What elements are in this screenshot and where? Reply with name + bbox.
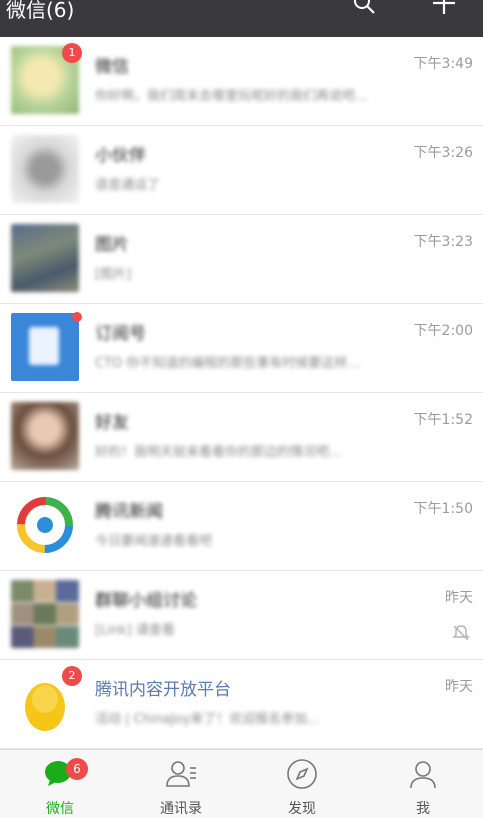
chat-name: 图片 bbox=[95, 235, 129, 255]
chat-time: 昨天 bbox=[445, 679, 473, 695]
chat-preview: 好的！我明天就来看看你的那边的情况吧... bbox=[95, 445, 342, 460]
chat-preview: 你好啊，我们周末去哪里玩呢好的我们再说吧... bbox=[95, 89, 368, 104]
chat-preview: [图片] bbox=[95, 267, 132, 282]
tab-label: 发现 bbox=[288, 801, 316, 817]
compass-icon bbox=[287, 759, 317, 789]
add-icon[interactable] bbox=[431, 0, 457, 16]
chat-name: 小伙伴 bbox=[95, 146, 146, 166]
tab-label: 微信 bbox=[46, 801, 74, 817]
tab-label: 我 bbox=[416, 801, 430, 817]
group-avatar bbox=[11, 580, 79, 648]
chat-row[interactable]: 图片 [图片] 下午3:23 bbox=[0, 215, 483, 304]
chat-preview: CTO 你不知道的编程的那些事有时候要这样... bbox=[95, 356, 360, 371]
chat-name: 订阅号 bbox=[95, 324, 146, 344]
chat-row[interactable]: 2 腾讯内容开放平台 活动 | ChinaJoy来了！欢迎报名参加... 昨天 bbox=[0, 660, 483, 749]
chat-list: 1 微信 你好啊，我们周末去哪里玩呢好的我们再说吧... 下午3:49 小伙伴 … bbox=[0, 37, 483, 749]
unread-dot bbox=[72, 312, 82, 322]
chat-time: 下午1:50 bbox=[413, 501, 473, 517]
avatar bbox=[11, 135, 79, 203]
tab-badge: 6 bbox=[66, 758, 88, 780]
chat-time: 下午1:52 bbox=[413, 412, 473, 428]
tab-contacts[interactable]: 通讯录 bbox=[121, 750, 241, 818]
app-header: 微信(6) bbox=[0, 0, 483, 37]
news-logo-icon bbox=[17, 497, 73, 553]
chat-name: 腾讯内容开放平台 bbox=[95, 680, 231, 700]
tab-label: 通讯录 bbox=[160, 801, 202, 817]
chat-preview: 语音通话了 bbox=[95, 178, 161, 193]
chat-preview: 活动 | ChinaJoy来了！欢迎报名参加... bbox=[95, 712, 320, 727]
chat-name: 群聊小组讨论 bbox=[95, 591, 197, 611]
avatar bbox=[11, 402, 79, 470]
chat-preview: 今日要闻速递看看吧 bbox=[95, 534, 213, 549]
tab-chats[interactable]: 6 微信 bbox=[0, 750, 120, 818]
chat-time: 下午3:23 bbox=[413, 234, 473, 250]
chat-row[interactable]: 小伙伴 语音通话了 下午3:26 bbox=[0, 126, 483, 215]
chat-row[interactable]: 1 微信 你好啊，我们周末去哪里玩呢好的我们再说吧... 下午3:49 bbox=[0, 37, 483, 126]
profile-icon bbox=[410, 761, 436, 789]
avatar bbox=[11, 491, 79, 559]
chat-row[interactable]: 订阅号 CTO 你不知道的编程的那些事有时候要这样... 下午2:00 bbox=[0, 304, 483, 393]
tab-me[interactable]: 我 bbox=[363, 750, 483, 818]
contacts-icon bbox=[166, 761, 196, 787]
chat-row[interactable]: 群聊小组讨论 [Link] 请查看 昨天 bbox=[0, 571, 483, 660]
avatar bbox=[11, 224, 79, 292]
page-title: 微信(6) bbox=[6, 0, 75, 22]
mute-icon bbox=[452, 625, 470, 641]
unread-badge: 2 bbox=[62, 666, 82, 686]
chat-time: 昨天 bbox=[445, 590, 473, 606]
tab-bar: 6 微信 通讯录 发现 我 bbox=[0, 749, 483, 818]
tab-discover[interactable]: 发现 bbox=[242, 750, 362, 818]
avatar bbox=[11, 313, 79, 381]
chat-row[interactable]: 好友 好的！我明天就来看看你的那边的情况吧... 下午1:52 bbox=[0, 393, 483, 482]
chat-preview: [Link] 请查看 bbox=[95, 623, 175, 638]
chat-time: 下午3:49 bbox=[413, 56, 473, 72]
search-icon[interactable] bbox=[352, 0, 376, 15]
chat-name: 好友 bbox=[95, 413, 129, 433]
chat-row[interactable]: 腾讯新闻 今日要闻速递看看吧 下午1:50 bbox=[0, 482, 483, 571]
chat-time: 下午2:00 bbox=[413, 323, 473, 339]
chat-name: 腾讯新闻 bbox=[95, 502, 163, 522]
chat-time: 下午3:26 bbox=[413, 145, 473, 161]
chat-name: 微信 bbox=[95, 57, 129, 77]
unread-badge: 1 bbox=[62, 43, 82, 63]
